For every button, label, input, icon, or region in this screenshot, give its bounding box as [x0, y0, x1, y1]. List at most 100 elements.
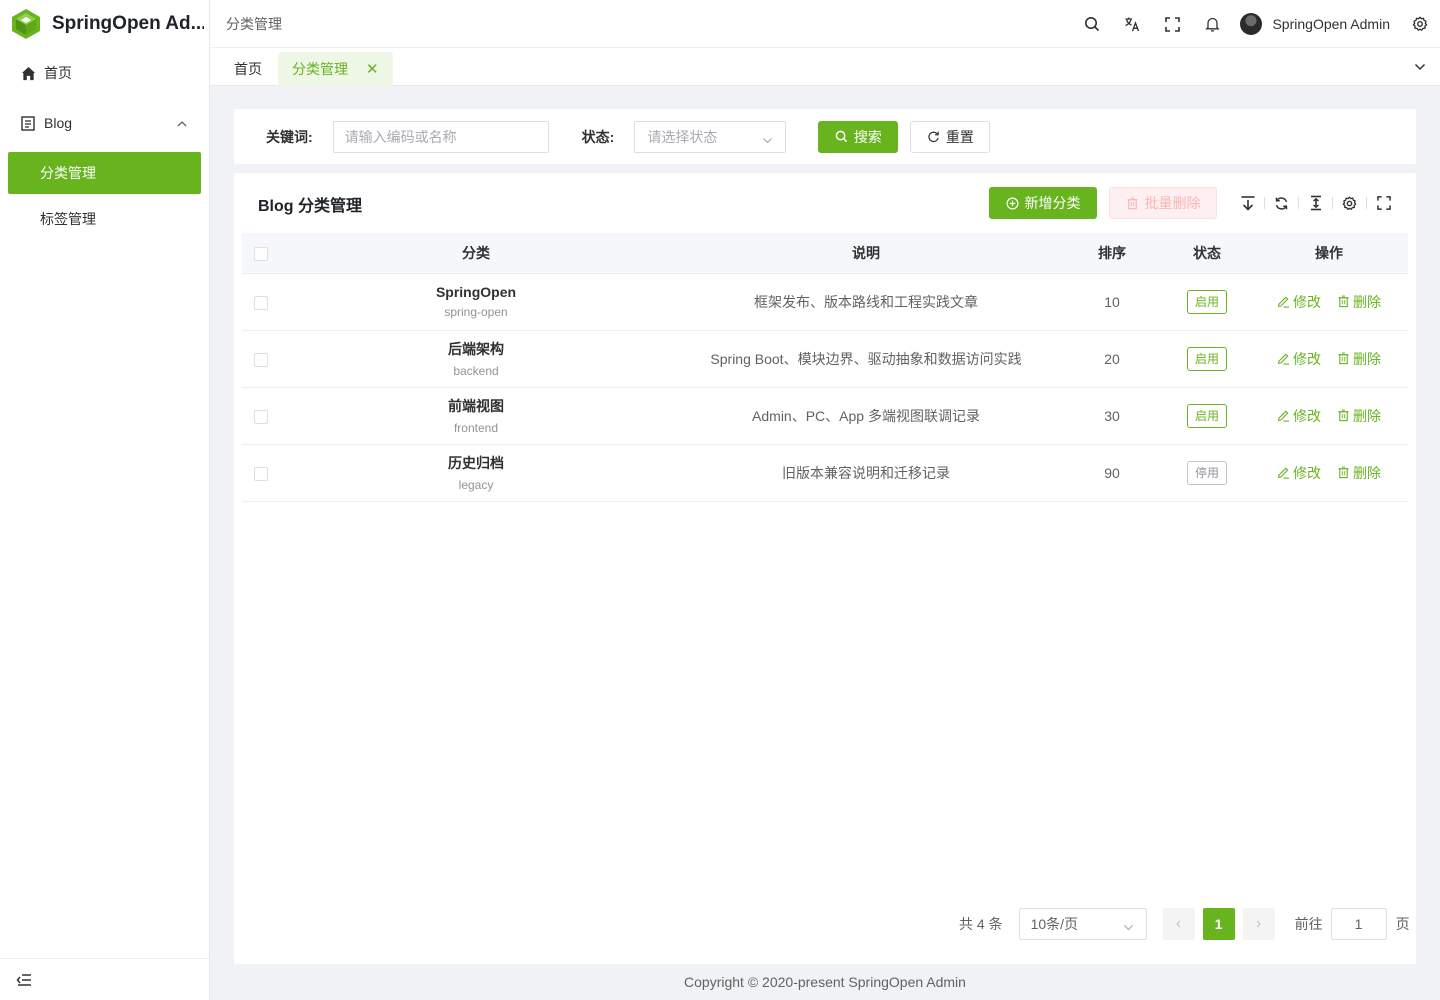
edit-button[interactable]: 修改	[1277, 406, 1321, 426]
logo-icon	[12, 9, 40, 39]
translate-icon[interactable]	[1112, 0, 1152, 48]
footer-copyright: Copyright © 2020-present SpringOpen Admi…	[684, 974, 966, 990]
page-title: Blog 分类管理	[258, 198, 362, 215]
column-header-sort[interactable]: 排序	[1060, 233, 1164, 274]
row-checkbox[interactable]	[254, 409, 268, 424]
search-button-label: 搜索	[853, 128, 882, 145]
user-menu[interactable]: SpringOpen Admin	[1240, 13, 1390, 35]
refresh-icon[interactable]	[1265, 187, 1298, 219]
status-select[interactable]: 请选择状态	[634, 120, 787, 153]
row-select-cell	[242, 273, 280, 331]
reset-button[interactable]: 重置	[910, 120, 991, 153]
chevron-down-icon[interactable]	[1414, 60, 1426, 76]
user-name: SpringOpen Admin	[1272, 16, 1390, 32]
edit-icon	[1278, 353, 1290, 365]
category-name: 历史归档	[448, 455, 504, 471]
column-header-status[interactable]: 状态	[1164, 233, 1250, 274]
logo[interactable]: SpringOpen Ad...	[0, 0, 209, 48]
column-settings-icon[interactable]	[1333, 187, 1366, 219]
table-row[interactable]: 历史归档 legacy 旧版本兼容说明和迁移记录 90 停用 修改 删除	[242, 444, 1408, 502]
page-number-1[interactable]: 1	[1202, 908, 1235, 940]
row-select-cell	[242, 330, 280, 388]
status-badge: 启用	[1186, 289, 1227, 314]
sidebar-item-label: 首页	[44, 65, 72, 81]
bell-icon[interactable]	[1192, 0, 1232, 48]
category-cell: 历史归档 legacy	[280, 444, 672, 502]
description-cell: Spring Boot、模块边界、驱动抽象和数据访问实践	[672, 330, 1060, 388]
breadcrumb[interactable]: 分类管理	[210, 14, 282, 34]
table-row[interactable]: 后端架构 backend Spring Boot、模块边界、驱动抽象和数据访问实…	[242, 330, 1408, 388]
column-header-actions: 操作	[1250, 233, 1408, 274]
search-panel: 关键词: 状态: 请选择状态 搜索 重置	[234, 109, 1416, 164]
delete-button[interactable]: 删除	[1337, 292, 1381, 312]
description-cell: 框架发布、版本路线和工程实践文章	[672, 273, 1060, 331]
category-code: spring-open	[444, 305, 508, 319]
row-checkbox[interactable]	[254, 295, 268, 310]
search-button[interactable]: 搜索	[818, 120, 899, 153]
sort-cell: 90	[1060, 444, 1164, 502]
tab-category-management[interactable]: 分类管理 ✕	[278, 52, 393, 86]
row-checkbox[interactable]	[254, 352, 268, 367]
column-header-category[interactable]: 分类	[280, 233, 672, 274]
sort-cell: 20	[1060, 330, 1164, 388]
delete-button[interactable]: 删除	[1337, 406, 1381, 426]
home-icon	[20, 65, 36, 81]
edit-button[interactable]: 修改	[1277, 463, 1321, 483]
sidebar-item-tag-management[interactable]: 标签管理	[8, 198, 201, 240]
fullscreen-icon[interactable]	[1152, 0, 1192, 48]
export-icon[interactable]	[1231, 187, 1264, 219]
select-all-checkbox[interactable]	[254, 246, 268, 261]
sidebar-item-label: 分类管理	[40, 165, 96, 181]
add-category-button[interactable]: 新增分类	[989, 187, 1097, 219]
goto-page-input[interactable]	[1330, 908, 1387, 940]
table-row[interactable]: SpringOpen spring-open 框架发布、版本路线和工程实践文章 …	[242, 273, 1408, 331]
actions-cell: 修改 删除	[1250, 387, 1408, 445]
status-label: 状态:	[581, 128, 615, 145]
row-height-icon[interactable]	[1299, 187, 1332, 219]
sidebar-item-category-management[interactable]: 分类管理	[8, 152, 201, 194]
sidebar-footer	[0, 958, 209, 1000]
category-name: 后端架构	[448, 341, 504, 357]
header-actions: SpringOpen Admin	[1072, 0, 1440, 48]
delete-button[interactable]: 删除	[1337, 349, 1381, 369]
delete-label: 删除	[1353, 293, 1381, 310]
description-cell: Admin、PC、App 多端视图联调记录	[672, 387, 1060, 445]
sidebar-item-home[interactable]: 首页	[0, 48, 209, 98]
chevron-up-icon	[177, 116, 187, 132]
search-icon[interactable]	[1072, 0, 1112, 48]
fullscreen-icon[interactable]	[1367, 187, 1400, 219]
keyword-input[interactable]	[332, 120, 549, 153]
next-page-button[interactable]: ›	[1242, 908, 1275, 940]
keyword-label: 关键词:	[266, 128, 313, 145]
edit-button[interactable]: 修改	[1277, 349, 1321, 369]
close-icon[interactable]: ✕	[366, 60, 379, 78]
page-size-value: 10条/页	[1030, 916, 1079, 932]
chevron-down-icon	[1123, 920, 1134, 936]
reset-button-label: 重置	[945, 128, 974, 145]
edit-button[interactable]: 修改	[1277, 292, 1321, 312]
category-cell: SpringOpen spring-open	[280, 273, 672, 331]
sidebar-item-blog[interactable]: Blog	[0, 98, 209, 148]
settings-icon[interactable]	[1400, 0, 1440, 48]
status-badge: 停用	[1186, 460, 1227, 485]
delete-button[interactable]: 删除	[1337, 463, 1381, 483]
page-size-select[interactable]: 10条/页	[1018, 908, 1147, 940]
select-all-cell	[242, 233, 280, 274]
tabs-bar: 首页 分类管理 ✕	[210, 48, 1440, 86]
batch-delete-button[interactable]: 批量删除	[1109, 187, 1217, 219]
column-header-description[interactable]: 说明	[672, 233, 1060, 274]
row-checkbox[interactable]	[254, 466, 268, 481]
tab-home[interactable]: 首页	[220, 52, 276, 86]
actions-cell: 修改 删除	[1250, 444, 1408, 502]
description-cell: 旧版本兼容说明和迁移记录	[672, 444, 1060, 502]
table-row[interactable]: 前端视图 frontend Admin、PC、App 多端视图联调记录 30 启…	[242, 387, 1408, 445]
table-card: Blog 分类管理 新增分类 批量删除 分类 说明 排序 状态 操作 Sprin…	[234, 173, 1416, 964]
app-title: SpringOpen Ad...	[52, 13, 204, 34]
tab-label: 分类管理	[292, 61, 348, 77]
category-name: SpringOpen	[435, 284, 517, 300]
prev-page-button[interactable]: ‹	[1162, 908, 1195, 940]
total-count: 共 4 条	[959, 916, 1003, 932]
sidebar-item-label: Blog	[44, 115, 73, 131]
search-icon	[835, 130, 847, 143]
collapse-menu-icon[interactable]	[16, 973, 32, 987]
